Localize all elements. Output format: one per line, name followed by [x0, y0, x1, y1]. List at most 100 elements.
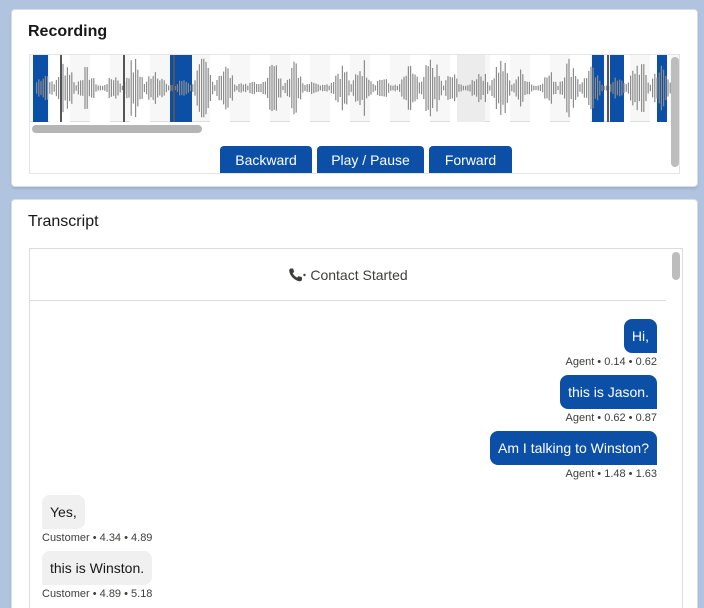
waveform-bar — [484, 73, 486, 103]
waveform-svg[interactable] — [30, 55, 680, 122]
waveform-bar — [352, 80, 354, 96]
waveform-bar — [40, 81, 42, 95]
waveform-bar — [476, 79, 478, 97]
waveform-bar — [447, 76, 449, 100]
waveform-bar — [218, 75, 220, 101]
waveform-bar — [330, 82, 332, 94]
waveform-bar — [225, 66, 227, 110]
waveform-bar — [344, 72, 346, 104]
waveform-bar — [220, 75, 222, 101]
waveform-bar — [575, 76, 577, 100]
waveform-bar — [69, 74, 71, 102]
waveform-bar — [550, 72, 552, 104]
waveform-bar — [247, 85, 249, 91]
waveform-bar — [97, 85, 99, 91]
waveform-bar — [370, 81, 372, 95]
waveform-bar — [132, 72, 134, 104]
waveform-bar — [434, 76, 436, 100]
waveform-bar — [392, 85, 394, 91]
waveform-bar — [71, 72, 73, 104]
waveform-bar — [590, 66, 592, 110]
waveform-bar — [251, 82, 253, 94]
waveform-bar — [227, 68, 229, 108]
waveform-bar — [528, 81, 530, 95]
waveform-bar — [289, 78, 291, 98]
recording-vertical-scrollbar[interactable] — [671, 57, 679, 167]
waveform-bar — [399, 84, 401, 92]
waveform-bar — [383, 79, 385, 97]
waveform-bar — [185, 81, 187, 95]
waveform-bar — [506, 73, 508, 103]
waveform-bar — [401, 79, 403, 97]
waveform-bar — [555, 81, 557, 94]
waveform-bar — [350, 84, 352, 92]
waveform-bar — [91, 78, 93, 98]
waveform-bar — [418, 82, 420, 94]
waveform-bar — [99, 85, 101, 91]
waveform-bar — [245, 83, 247, 93]
waveform-bar — [500, 60, 502, 115]
waveform-bar — [432, 68, 434, 109]
waveform-bar — [449, 76, 451, 99]
transcript-vertical-scrollbar[interactable] — [672, 252, 680, 280]
waveform-bar — [203, 58, 205, 118]
waveform-bar — [229, 78, 231, 98]
waveform-bar — [194, 80, 196, 96]
waveform-bar — [106, 84, 108, 92]
waveform-horizontal-scrollbar[interactable] — [32, 125, 202, 133]
waveform-bar — [36, 82, 38, 94]
waveform[interactable] — [30, 55, 680, 122]
waveform-bar — [95, 84, 97, 92]
waveform-bar — [566, 63, 568, 113]
waveform-bar — [280, 78, 282, 98]
waveform-bar — [572, 68, 574, 108]
waveform-bar — [630, 75, 632, 101]
waveform-bar — [667, 79, 669, 97]
message-meta: Customer • 4.34 • 4.89 — [42, 532, 153, 544]
backward-button[interactable]: Backward — [220, 146, 312, 173]
waveform-bar — [267, 77, 269, 99]
waveform-bar — [117, 80, 119, 96]
waveform-bar — [616, 80, 618, 96]
waveform-bar — [515, 79, 517, 97]
transcript-panel: Transcript Contact Started Hi, Agent • 0… — [11, 199, 698, 608]
waveform-bar — [128, 78, 130, 98]
waveform-bar — [51, 81, 53, 95]
message-meta: Customer • 4.89 • 5.18 — [42, 588, 153, 600]
play-pause-button[interactable]: Play / Pause — [317, 146, 424, 173]
waveform-bar — [385, 79, 387, 97]
waveform-bar — [493, 78, 495, 98]
waveform-bar — [498, 72, 500, 104]
waveform-bar — [368, 79, 370, 97]
waveform-bar — [665, 75, 667, 101]
waveform-bar — [568, 58, 570, 118]
waveform-bar — [390, 85, 392, 91]
waveform-bar — [207, 68, 209, 108]
waveform-bar — [64, 75, 66, 101]
message-bubble: this is Jason. — [560, 375, 657, 409]
forward-button[interactable]: Forward — [429, 146, 512, 173]
waveform-bar — [234, 84, 236, 92]
waveform-bar — [163, 80, 165, 96]
waveform-bar — [88, 79, 90, 97]
waveform-bar — [381, 80, 383, 97]
waveform-bar — [564, 77, 566, 99]
waveform-bar — [209, 75, 211, 101]
waveform-bar — [328, 85, 330, 91]
waveform-bar — [403, 76, 405, 100]
waveform-bar — [553, 81, 555, 95]
waveform-bar — [660, 65, 662, 111]
message-agent: Am I talking to Winston? Agent • 1.48 • … — [490, 431, 657, 480]
waveform-bar — [126, 77, 128, 99]
waveform-bar — [82, 80, 84, 96]
recording-panel: Recording Backward Play / Pause Forward — [11, 9, 698, 187]
waveform-bar — [621, 80, 623, 96]
waveform-bar — [157, 78, 159, 98]
waveform-bar — [537, 85, 539, 91]
waveform-bar — [438, 75, 440, 101]
waveform-bar — [579, 84, 581, 92]
waveform-bar — [42, 78, 44, 98]
transcript-title: Transcript — [28, 213, 99, 230]
waveform-bar — [652, 78, 654, 98]
waveform-bar — [152, 76, 154, 100]
